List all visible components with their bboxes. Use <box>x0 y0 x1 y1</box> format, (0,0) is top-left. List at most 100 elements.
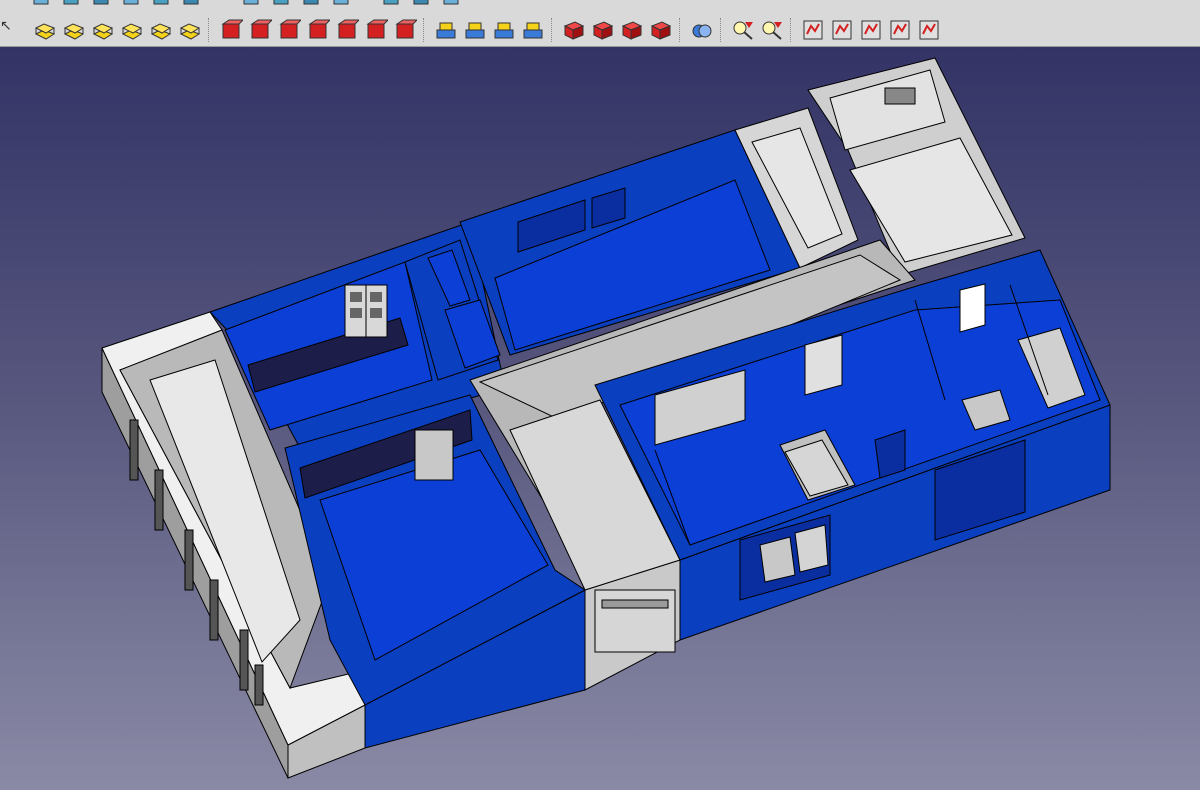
redo-icon <box>153 0 169 5</box>
boolean-button[interactable] <box>689 17 715 43</box>
roof-icon <box>337 19 359 39</box>
loft-button[interactable] <box>148 17 174 43</box>
site-icon <box>494 22 514 39</box>
std-box-button[interactable] <box>302 0 320 6</box>
building-model[interactable] <box>0 47 1200 790</box>
remove-component-button[interactable] <box>619 17 645 43</box>
std-box-icon <box>303 0 319 5</box>
redo-button[interactable] <box>152 0 170 6</box>
view-zoom-button[interactable] <box>829 17 855 43</box>
remove-component-icon <box>621 21 643 40</box>
extrude-button[interactable] <box>61 17 87 43</box>
open-file-icon <box>63 0 79 5</box>
window-icon <box>308 19 330 39</box>
std-sphere-icon <box>383 0 399 5</box>
toolbar-separator <box>551 18 554 42</box>
toolbar-row-main <box>0 14 1200 46</box>
floor-icon <box>436 22 456 39</box>
entrance-door-frame[interactable] <box>594 589 676 653</box>
macro-icon <box>243 0 259 5</box>
std-cylinder-button[interactable] <box>332 0 350 6</box>
main-toolbar: ↖ <box>0 0 1200 47</box>
sweep-button[interactable] <box>119 17 145 43</box>
whatsthis-icon <box>443 0 459 5</box>
split-mesh-icon <box>650 21 672 40</box>
section-icon <box>179 23 201 40</box>
equipment-icon <box>523 22 543 39</box>
open-file-button[interactable] <box>62 0 80 6</box>
sweep-icon <box>121 23 143 40</box>
box-solid-icon <box>34 23 56 40</box>
stairs-icon <box>366 19 388 39</box>
rebar-button[interactable] <box>276 17 302 43</box>
view-top-button[interactable] <box>887 17 913 43</box>
whatsthis-button[interactable] <box>442 0 460 6</box>
space-button[interactable] <box>392 17 418 43</box>
toolbar-row-top <box>0 0 1200 6</box>
toolbar-separator <box>423 18 426 42</box>
building-button[interactable] <box>462 17 488 43</box>
living-room-door[interactable] <box>344 284 388 338</box>
view-fit-button[interactable] <box>800 17 826 43</box>
save-file-button[interactable] <box>92 0 110 6</box>
macro-button[interactable] <box>242 0 260 6</box>
box-solid-button[interactable] <box>32 17 58 43</box>
view-front-icon <box>861 20 881 40</box>
rebar-icon <box>279 19 301 39</box>
revolve-icon <box>92 23 114 40</box>
view-fit-icon <box>803 20 823 40</box>
new-file-icon <box>33 0 49 5</box>
check-button[interactable] <box>759 17 785 43</box>
wall-button[interactable] <box>218 17 244 43</box>
view-button[interactable] <box>272 0 290 6</box>
undo-icon <box>123 0 139 5</box>
toolbar-separator <box>208 18 211 42</box>
pointer-button[interactable] <box>412 0 430 6</box>
add-component-icon <box>592 21 614 40</box>
toolbar-separator <box>790 18 793 42</box>
pointer-icon <box>413 0 429 5</box>
view-iso-icon <box>919 20 939 40</box>
revolve-button[interactable] <box>90 17 116 43</box>
structure-icon <box>250 19 272 39</box>
new-file-button[interactable] <box>32 0 50 6</box>
undo-button[interactable] <box>122 0 140 6</box>
check-icon <box>762 21 782 40</box>
std-sphere-button[interactable] <box>382 0 400 6</box>
loft-icon <box>150 23 172 40</box>
cut-plane-button[interactable] <box>561 17 587 43</box>
floor-button[interactable] <box>433 17 459 43</box>
site-button[interactable] <box>491 17 517 43</box>
space-icon <box>395 19 417 39</box>
wall-icon <box>221 19 243 39</box>
extrude-icon <box>63 23 85 40</box>
small-window-icon <box>884 87 916 105</box>
3d-viewport[interactable] <box>0 47 1200 790</box>
equipment-button[interactable] <box>520 17 546 43</box>
section-button[interactable] <box>177 17 203 43</box>
split-mesh-button[interactable] <box>648 17 674 43</box>
view-zoom-icon <box>832 20 852 40</box>
view-top-icon <box>890 20 910 40</box>
view-iso-button[interactable] <box>916 17 942 43</box>
save-file-icon <box>93 0 109 5</box>
boolean-icon <box>692 24 712 38</box>
add-component-button[interactable] <box>590 17 616 43</box>
bedroom-sw-door[interactable] <box>414 429 454 481</box>
view-icon <box>273 0 289 5</box>
structure-button[interactable] <box>247 17 273 43</box>
window-button[interactable] <box>305 17 331 43</box>
select-icon <box>733 21 753 40</box>
toolbar-separator <box>720 18 723 42</box>
select-button[interactable] <box>730 17 756 43</box>
refresh-icon <box>183 0 199 5</box>
building-icon <box>465 22 485 39</box>
refresh-button[interactable] <box>182 0 200 6</box>
cut-plane-icon <box>563 21 585 40</box>
view-front-button[interactable] <box>858 17 884 43</box>
std-cylinder-icon <box>333 0 349 5</box>
toolbar-separator <box>679 18 682 42</box>
stairs-button[interactable] <box>363 17 389 43</box>
entrance-threshold <box>601 599 669 609</box>
roof-button[interactable] <box>334 17 360 43</box>
